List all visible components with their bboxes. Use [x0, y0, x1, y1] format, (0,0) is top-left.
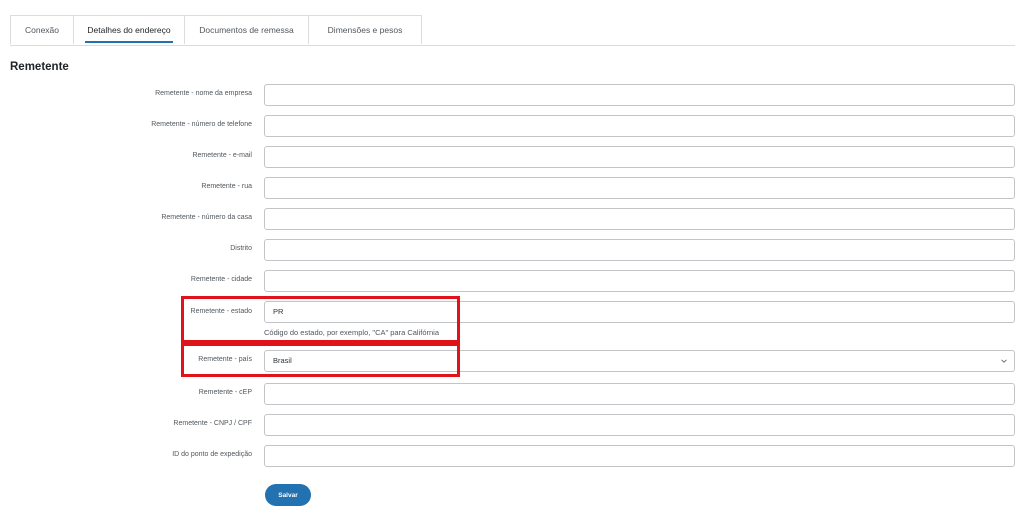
email-input[interactable]: [264, 146, 1015, 168]
district-label: Distrito: [230, 245, 252, 252]
company-name-input[interactable]: [264, 84, 1015, 106]
zip-input[interactable]: [264, 383, 1015, 405]
zip-label: Remetente - cEP: [198, 389, 252, 396]
city-label: Remetente - cidade: [190, 276, 252, 283]
tax-id-label: Remetente - CNPJ / CPF: [173, 420, 252, 427]
phone-label: Remetente - número de telefone: [151, 121, 252, 128]
tab-dimensions-weights[interactable]: Dimensões e pesos: [308, 15, 422, 44]
district-input[interactable]: [264, 239, 1015, 261]
dispatch-point-label: ID do ponto de expedição: [172, 451, 252, 458]
country-label: Remetente - país: [198, 356, 252, 363]
save-button[interactable]: Salvar: [265, 484, 311, 506]
section-title: Remetente: [10, 61, 69, 73]
email-label: Remetente - e-mail: [192, 152, 252, 159]
company-name-label: Remetente - nome da empresa: [155, 90, 252, 97]
chevron-down-icon: [1001, 359, 1007, 363]
phone-input[interactable]: [264, 115, 1015, 137]
state-help-text: Código do estado, por exemplo, "CA" para…: [264, 328, 440, 337]
tab-address-details[interactable]: Detalhes do endereço: [73, 15, 185, 44]
tax-id-input[interactable]: [264, 414, 1015, 436]
country-select[interactable]: Brasil: [264, 350, 1015, 372]
state-input[interactable]: PR: [264, 301, 1015, 323]
house-number-label: Remetente - número da casa: [161, 214, 252, 221]
tab-connection[interactable]: Conexão: [10, 15, 74, 44]
house-number-input[interactable]: [264, 208, 1015, 230]
country-select-value: Brasil: [273, 356, 292, 365]
tab-bar: Conexão Detalhes do endereço Documentos …: [10, 15, 1015, 46]
street-input[interactable]: [264, 177, 1015, 199]
street-label: Remetente - rua: [201, 183, 252, 190]
dispatch-point-input[interactable]: [264, 445, 1015, 467]
state-label: Remetente - estado: [190, 308, 252, 315]
city-input[interactable]: [264, 270, 1015, 292]
tab-shipping-documents[interactable]: Documentos de remessa: [184, 15, 309, 44]
